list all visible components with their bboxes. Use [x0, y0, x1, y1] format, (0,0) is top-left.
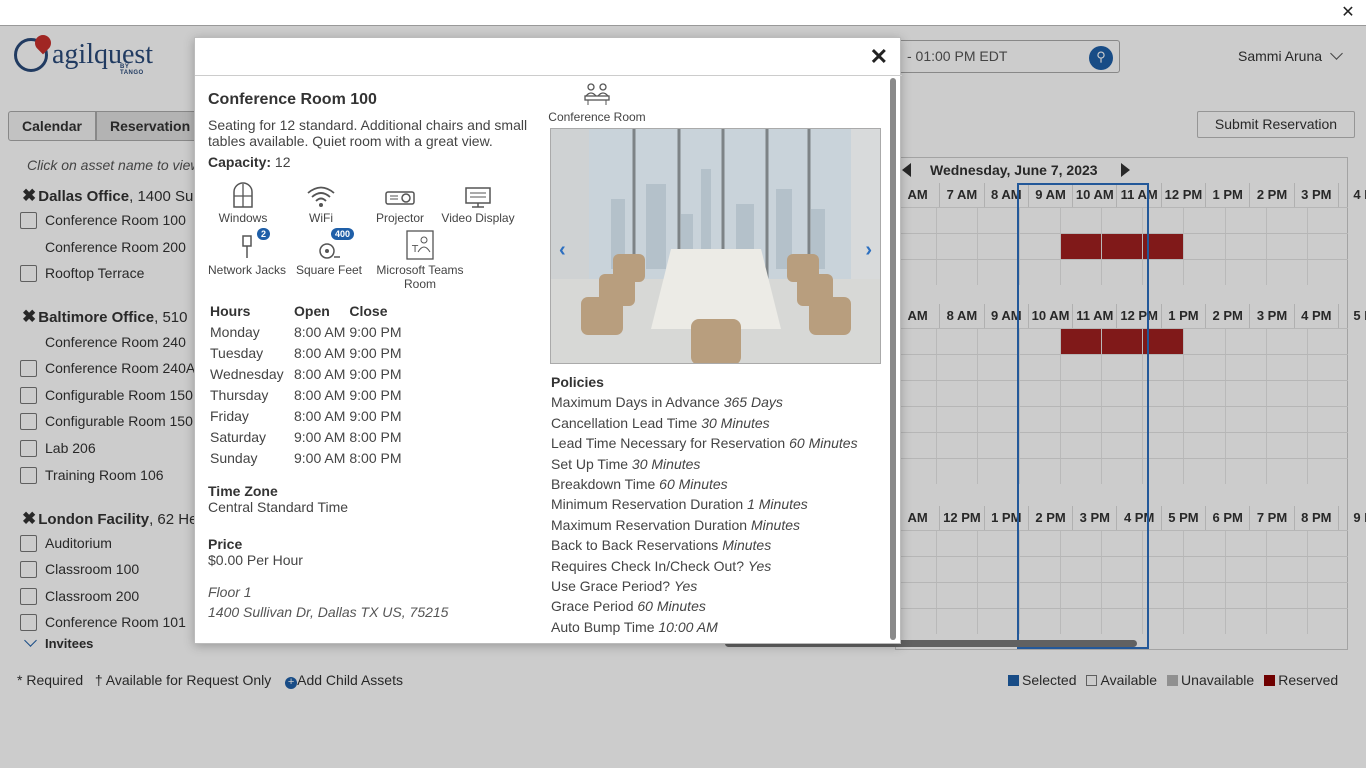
table-row: Monday 8:00 AM 9:00 PM	[210, 323, 402, 340]
policy-item: Set Up Time 30 Minutes	[551, 455, 701, 472]
video-display-icon	[465, 187, 491, 208]
table-row: Thursday 8:00 AM 9:00 PM	[210, 386, 402, 403]
amenity-teams-room: T Microsoft Teams Room	[370, 228, 470, 291]
asset-details-modal: ✕ Conference Room 100 Seating for 12 sta…	[194, 37, 902, 644]
projector-icon	[385, 191, 415, 205]
table-row: Wednesday 8:00 AM 9:00 PM	[210, 365, 402, 382]
window-titlebar: ✕	[0, 0, 1366, 26]
policy-item: Cancellation Lead Time 30 Minutes	[551, 414, 770, 431]
asset-title: Conference Room 100	[208, 91, 377, 108]
amenity-video-display: Video Display	[438, 180, 518, 225]
amenity-windows: Windows	[203, 180, 283, 225]
count-badge: 400	[331, 228, 355, 240]
amenity-wifi: WiFi	[281, 180, 361, 225]
count-badge: 2	[257, 228, 271, 240]
asset-description: Seating for 12 standard. Additional chai…	[208, 117, 528, 149]
prev-photo-icon[interactable]: ‹	[559, 239, 566, 262]
amenity-projector: Projector	[360, 180, 440, 225]
policy-item: Maximum Days in Advance 365 Days	[551, 394, 783, 411]
policy-item: Requires Check In/Check Out? Yes	[551, 557, 772, 574]
price-section: Price $0.00 Per Hour	[208, 536, 303, 568]
windows-icon	[233, 182, 253, 208]
hours-table: Hours Open Close Monday 8:00 AM 9:00 PM Tues…	[208, 300, 404, 468]
policy-item: Auto Bump Time 10:00 AM	[551, 618, 718, 635]
teams-room-icon: T	[406, 230, 434, 260]
policy-item: Minimum Reservation Duration 1 Minutes	[551, 496, 808, 513]
policy-item: Back to Back Reservations Minutes	[551, 537, 772, 554]
policy-item: Breakdown Time 60 Minutes	[551, 476, 728, 493]
close-icon[interactable]: ✕	[870, 46, 888, 68]
policy-item: Grace Period 60 Minutes	[551, 598, 706, 615]
modal-scrollbar[interactable]	[890, 78, 896, 640]
asset-photo: ‹ ›	[550, 128, 881, 364]
amenity-network-jacks: 2 Network Jacks	[207, 228, 287, 277]
wifi-icon	[307, 186, 335, 207]
amenity-square-feet: 400 Square Feet	[295, 228, 363, 277]
asset-type: Conference Room	[547, 80, 647, 124]
capacity: Capacity: 12	[208, 154, 291, 170]
timezone-section: Time Zone Central Standard Time	[208, 483, 349, 515]
policy-item: Use Grace Period? Yes	[551, 578, 698, 595]
table-row: Sunday 9:00 AM 8:00 PM	[210, 449, 402, 466]
table-row: Friday 8:00 AM 9:00 PM	[210, 407, 402, 424]
svg-text:T: T	[411, 244, 419, 255]
next-photo-icon[interactable]: ›	[865, 239, 872, 262]
policy-item: Maximum Reservation Duration Minutes	[551, 516, 800, 533]
tape-measure-icon	[319, 243, 340, 259]
table-row: Tuesday 8:00 AM 9:00 PM	[210, 344, 402, 361]
conference-room-icon	[584, 83, 610, 105]
modal-header: ✕	[195, 38, 902, 76]
network-jack-icon	[242, 235, 252, 258]
table-row: Saturday 9:00 AM 8:00 PM	[210, 428, 402, 445]
policies-section: Policies Maximum Days in Advance 365 Day…	[551, 372, 858, 637]
policy-item: Lead Time Necessary for Reservation 60 M…	[551, 435, 858, 452]
window-close-icon[interactable]: ✕	[1338, 3, 1358, 23]
location-section: Floor 1 1400 Sullivan Dr, Dallas TX US, …	[208, 584, 449, 620]
